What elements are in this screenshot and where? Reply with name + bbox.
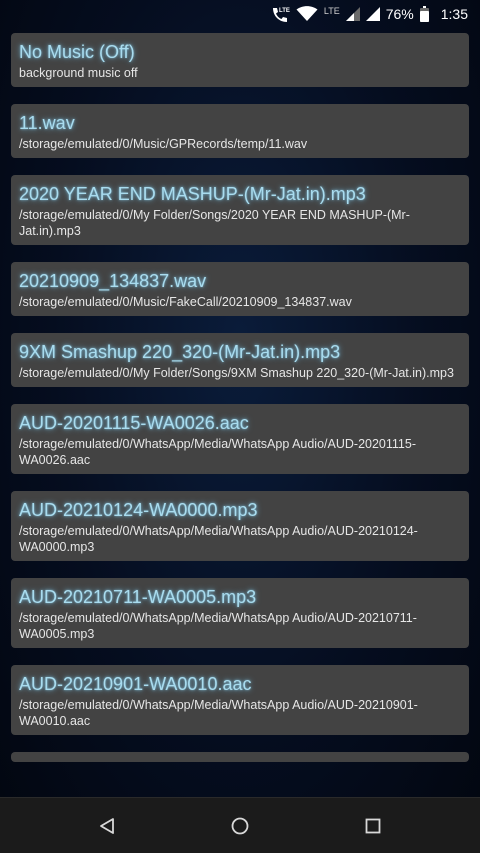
list-item[interactable]: AUD-20210124-WA0000.mp3 /storage/emulate…	[11, 491, 469, 561]
track-path: /storage/emulated/0/Music/FakeCall/20210…	[19, 295, 352, 309]
track-path: /storage/emulated/0/WhatsApp/Media/Whats…	[19, 437, 416, 467]
recents-button[interactable]	[359, 812, 387, 840]
list-item[interactable]: AUD-20210901-WA0010.aac /storage/emulate…	[11, 665, 469, 735]
home-icon	[231, 817, 249, 835]
list-item[interactable]: 9XM Smashup 220_320-(Mr-Jat.in).mp3 /sto…	[11, 333, 469, 387]
track-path: background music off	[19, 66, 138, 80]
track-path: /storage/emulated/0/WhatsApp/Media/Whats…	[19, 611, 417, 641]
back-icon	[100, 818, 114, 834]
signal-icon	[365, 7, 380, 21]
status-icons: LTE LTE 76% 1:35	[270, 0, 468, 28]
track-path: /storage/emulated/0/WhatsApp/Media/Whats…	[19, 698, 418, 728]
track-title: 9XM Smashup 220_320-(Mr-Jat.in).mp3	[19, 342, 341, 362]
home-button[interactable]	[226, 812, 254, 840]
music-list: No Music (Off) background music off 11.w…	[11, 33, 469, 762]
list-item[interactable]: No Music (Off) background music off	[11, 33, 469, 87]
navigation-bar	[0, 797, 480, 853]
wifi-calling-icon: LTE	[270, 5, 290, 23]
track-path: /storage/emulated/0/WhatsApp/Media/Whats…	[19, 524, 418, 554]
wifi-icon	[296, 6, 318, 22]
svg-text:LTE: LTE	[279, 8, 290, 14]
track-path: /storage/emulated/0/My Folder/Songs/2020…	[19, 208, 410, 238]
signal-icon	[345, 7, 360, 21]
status-bar: LTE LTE 76% 1:35	[0, 0, 480, 28]
clock: 1:35	[440, 6, 468, 22]
list-item[interactable]: AUD-20201115-WA0026.aac /storage/emulate…	[11, 404, 469, 474]
network-type: LTE	[323, 6, 340, 16]
list-item[interactable]: 2020 YEAR END MASHUP-(Mr-Jat.in).mp3 /st…	[11, 175, 469, 245]
track-title: AUD-20210711-WA0005.mp3	[19, 587, 257, 607]
back-button[interactable]	[93, 812, 121, 840]
track-title: No Music (Off)	[19, 42, 135, 62]
battery-percent: 76%	[385, 6, 414, 22]
track-path: /storage/emulated/0/My Folder/Songs/9XM …	[19, 366, 454, 380]
list-item[interactable]: AUD-20210711-WA0005.mp3 /storage/emulate…	[11, 578, 469, 648]
track-title: AUD-20210901-WA0010.aac	[19, 674, 252, 694]
battery-icon	[419, 6, 429, 22]
track-title: 2020 YEAR END MASHUP-(Mr-Jat.in).mp3	[19, 184, 366, 204]
track-title: 11.wav	[19, 113, 75, 133]
list-item[interactable]: 11.wav /storage/emulated/0/Music/GPRecor…	[11, 104, 469, 158]
track-path: /storage/emulated/0/Music/GPRecords/temp…	[19, 137, 308, 151]
list-item[interactable]	[11, 752, 469, 762]
track-title: 20210909_134837.wav	[19, 271, 207, 291]
list-item[interactable]: 20210909_134837.wav /storage/emulated/0/…	[11, 262, 469, 316]
recents-icon	[365, 818, 381, 834]
track-title: AUD-20201115-WA0026.aac	[19, 413, 249, 433]
track-title: AUD-20210124-WA0000.mp3	[19, 500, 258, 520]
